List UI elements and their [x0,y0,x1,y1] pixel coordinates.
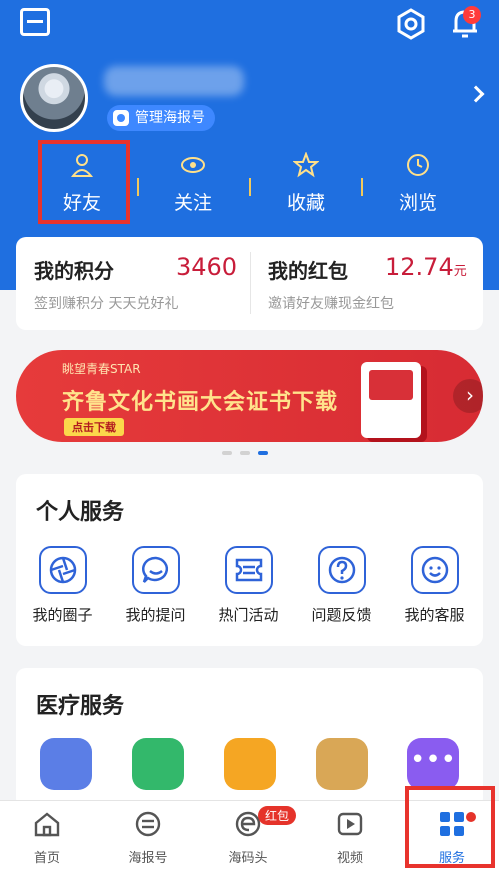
wallet-card: 我的积分 3460 签到赚积分 天天兑好礼 我的红包 12.74元 邀请好友赚现… [16,237,483,330]
poster-icon [135,811,161,837]
stat-favorites[interactable]: 收藏 [256,150,356,220]
stat-history[interactable]: 浏览 [368,150,468,220]
redpacket-panel[interactable]: 我的红包 12.74元 邀请好友赚现金红包 [250,237,483,330]
scan-icon[interactable] [20,8,50,36]
redpacket-value-wrap: 12.74元 [385,253,467,281]
redpacket-title: 我的红包 [268,259,348,283]
stat-following[interactable]: 关注 [143,150,243,220]
tab-label: 海报号 [128,851,168,866]
service-customer-support[interactable]: 我的客服 [388,546,481,625]
points-title: 我的积分 [34,259,114,283]
home-icon [34,812,60,837]
medkit-icon[interactable] [40,738,92,790]
tab-label: 海码头 [228,851,268,866]
banner-title: 齐鲁文化书画大会证书下载 [62,390,339,415]
service-hot-events[interactable]: 热门活动 [202,546,295,625]
banner-download-button[interactable]: 点击下载 [64,418,124,436]
stat-label: 关注 [173,192,212,214]
stat-divider [361,178,363,196]
points-panel[interactable]: 我的积分 3460 签到赚积分 天天兑好礼 [16,237,249,330]
redpacket-subtitle: 邀请好友赚现金红包 [268,296,394,312]
phone-plus-icon[interactable] [316,738,368,790]
service-my-circle[interactable]: 我的圈子 [16,546,109,625]
more-icon[interactable]: ••• [407,738,459,790]
medical-services-title: 医疗服务 [36,694,125,719]
service-label: 问题反馈 [311,606,372,624]
banner-next-icon[interactable]: › [453,379,483,413]
service-label: 我的客服 [404,606,465,624]
ticket-icon [235,558,262,582]
tab-label: 视频 [336,851,363,866]
certificate-icon [361,362,421,438]
service-my-questions[interactable]: 我的提问 [109,546,202,625]
carousel-dot-active[interactable] [258,451,268,455]
report-icon[interactable] [224,738,276,790]
smiley-icon [421,556,448,584]
star-icon [292,151,320,178]
carousel-dot[interactable] [222,451,232,455]
tab-video[interactable]: 视频 [300,809,400,866]
points-value: 3460 [176,253,238,281]
chat-bubble-icon [141,556,168,583]
question-icon [328,556,355,584]
play-icon [337,812,363,836]
redpacket-unit: 元 [453,264,467,279]
banner-subtitle: 眺望青春STAR [62,362,141,376]
personal-services-panel: 个人服务 我的圈子 我的提问 热门活动 问题反馈 我的客服 [16,474,483,646]
service-label: 我的提问 [125,606,186,624]
carousel-dots [222,451,268,455]
service-label: 热门活动 [218,606,279,624]
avatar[interactable] [20,64,88,132]
redpacket-value: 12.74 [385,253,454,281]
aperture-icon [49,556,76,584]
hexagon-icon [113,110,129,126]
tab-home[interactable]: 首页 [0,809,97,866]
manage-poster-button[interactable]: 管理海报号 [107,105,215,131]
service-feedback[interactable]: 问题反馈 [295,546,388,625]
eye-icon [181,157,205,173]
service-label: 我的圈子 [32,606,93,624]
stat-label: 浏览 [398,192,437,214]
highlight-box-friends [38,140,130,224]
stat-label: 收藏 [286,192,325,214]
stat-divider [249,178,251,196]
stat-divider [137,178,139,196]
notification-badge: 3 [463,6,481,24]
doctor-icon[interactable] [132,738,184,790]
tab-poster[interactable]: 海报号 [98,809,198,866]
clock-icon [407,154,429,176]
username-blurred [104,66,244,96]
carousel-dot[interactable] [240,451,250,455]
tab-label: 首页 [33,851,60,866]
settings-icon[interactable] [395,8,427,40]
highlight-box-services [405,786,495,868]
personal-services-title: 个人服务 [36,500,125,525]
redpacket-badge: 红包 [258,806,297,825]
points-subtitle: 签到赚积分 天天兑好礼 [34,296,179,312]
promo-banner[interactable]: 眺望青春STAR 齐鲁文化书画大会证书下载 点击下载 › [16,350,483,442]
manage-poster-label: 管理海报号 [135,110,205,126]
